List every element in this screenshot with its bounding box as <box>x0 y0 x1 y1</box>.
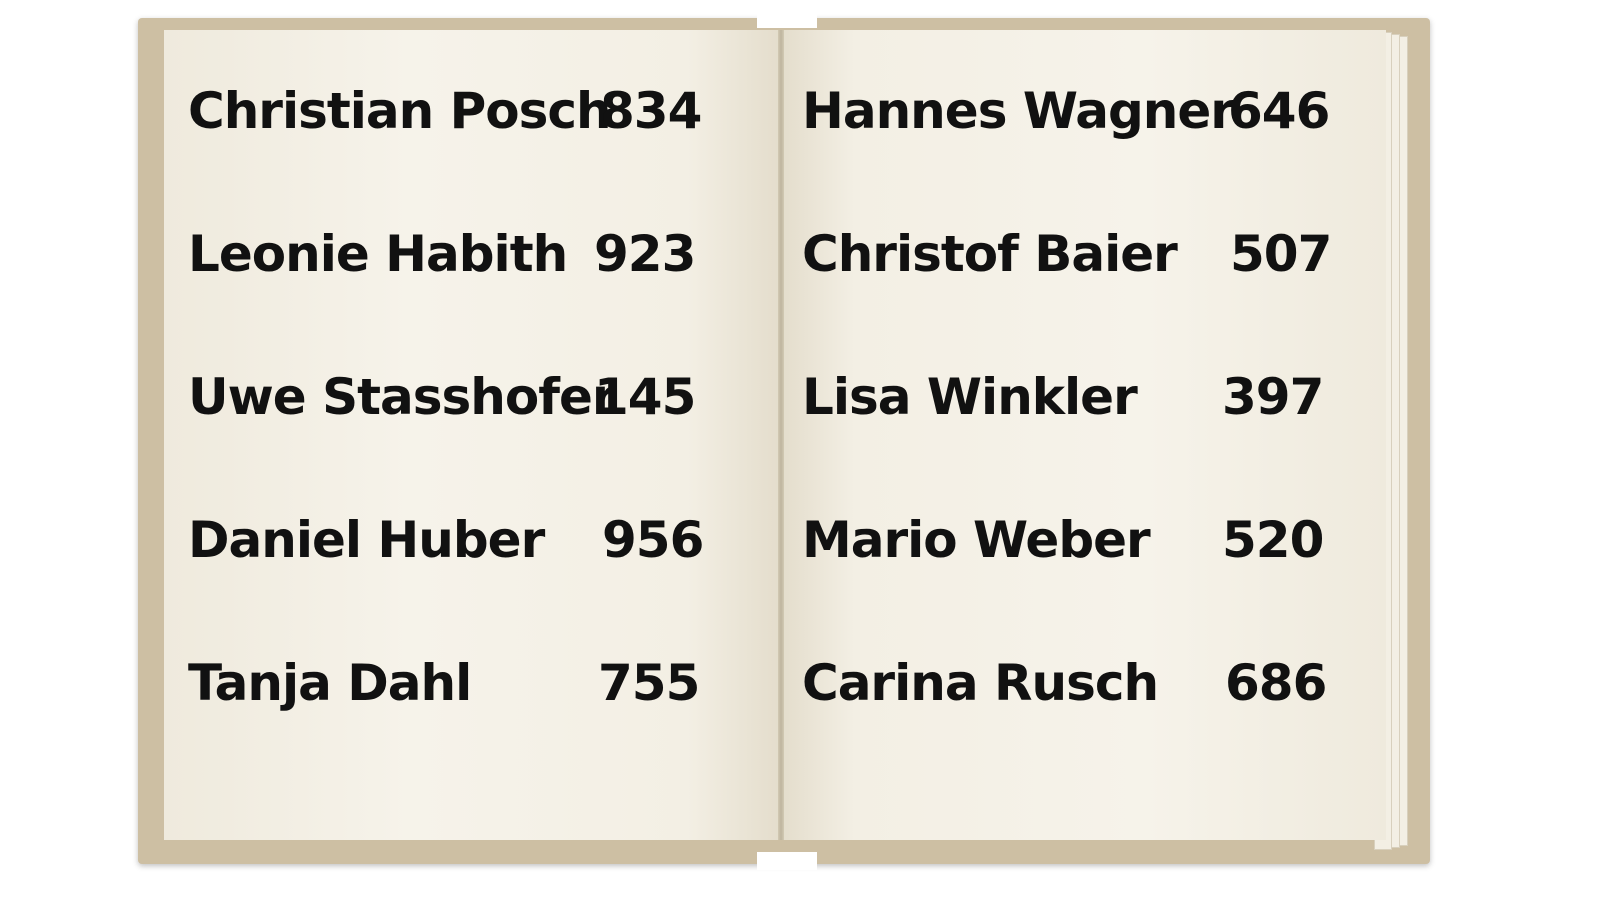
right-entry-value: 397 <box>1222 368 1324 426</box>
right-entry-name: Christof Baier <box>802 225 1178 283</box>
right-entry-name: Hannes Wagner <box>802 82 1235 140</box>
left-entry-value: 755 <box>598 654 700 712</box>
left-entry-value: 956 <box>602 511 704 569</box>
left-entry-name: Leonie Habith <box>188 225 568 283</box>
left-entry-value: 923 <box>594 225 696 283</box>
right-entry-name: Mario Weber <box>802 511 1151 569</box>
right-entry-name: Lisa Winkler <box>802 368 1138 426</box>
left-entry-name: Uwe Stasshofer <box>188 368 617 426</box>
left-entry-value: 834 <box>600 82 702 140</box>
open-book-illustration: Christian Posch 834 Leonie Habith 923 Uw… <box>0 0 1600 900</box>
left-entry-name: Tanja Dahl <box>188 654 472 712</box>
spine-notch-top <box>757 10 817 28</box>
right-page <box>782 30 1386 840</box>
right-entry-value: 646 <box>1228 82 1330 140</box>
right-entry-value: 520 <box>1222 511 1324 569</box>
right-entry-value: 686 <box>1225 654 1327 712</box>
left-page <box>164 30 780 840</box>
right-entry-value: 507 <box>1230 225 1332 283</box>
book-gutter <box>778 30 784 840</box>
right-entry-name: Carina Rusch <box>802 654 1159 712</box>
left-entry-name: Daniel Huber <box>188 511 545 569</box>
left-entry-name: Christian Posch <box>188 82 612 140</box>
left-entry-value: 145 <box>594 368 696 426</box>
spine-notch-bottom <box>757 852 817 870</box>
